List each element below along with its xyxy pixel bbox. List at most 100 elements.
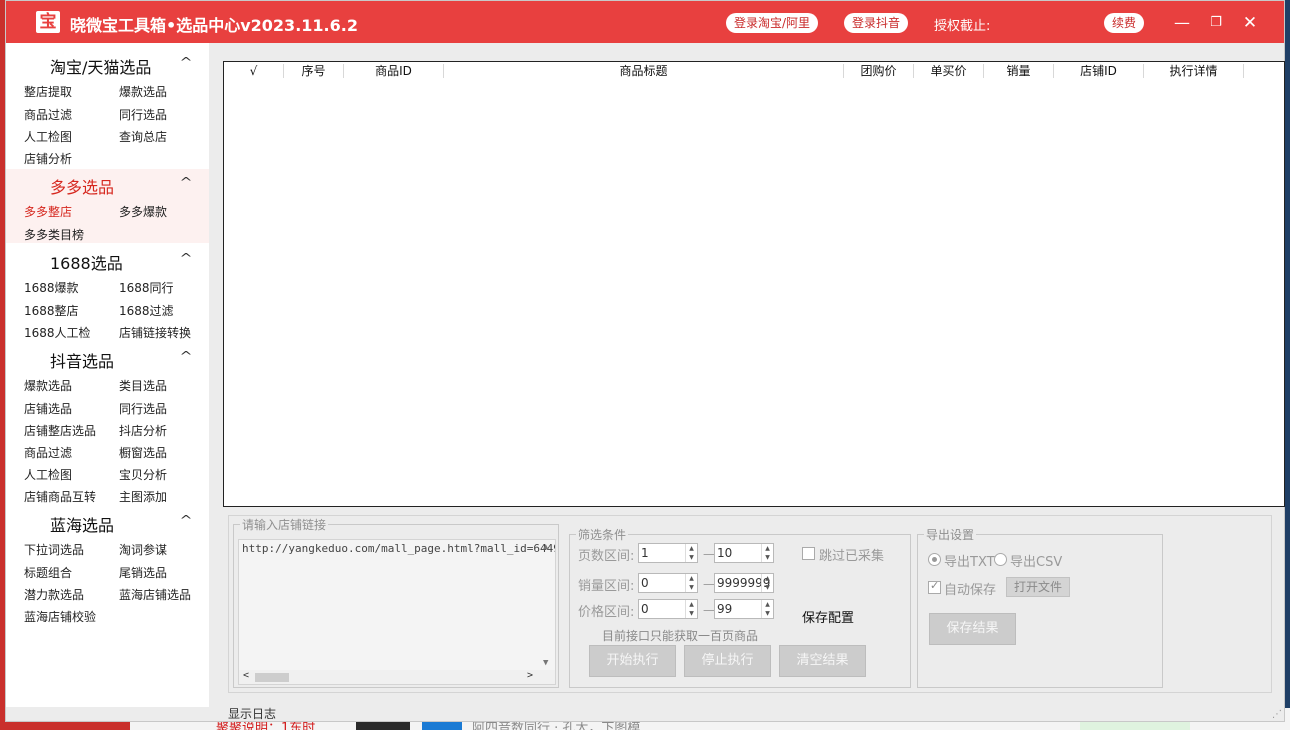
sidebar-item[interactable]: 店铺整店选品 (24, 422, 96, 439)
sales-from-stepper[interactable]: 0 ▲ ▼ (638, 573, 698, 593)
price-from-stepper[interactable]: 0 ▲ ▼ (638, 599, 698, 619)
sidebar-item[interactable]: 店铺分析 (24, 150, 72, 167)
window-title: 晓微宝工具箱•选品中心v2023.11.6.2 (70, 16, 358, 35)
column-header-check[interactable]: √ (224, 64, 284, 78)
minimize-icon[interactable]: — (1172, 13, 1192, 33)
sales-to-stepper[interactable]: 9999999 ▲ ▼ (714, 573, 774, 593)
sidebar-item[interactable]: 宝贝分析 (119, 466, 167, 483)
stepper-arrows-icon[interactable]: ▲ ▼ (761, 600, 773, 618)
sidebar-item[interactable]: 标题组合 (24, 564, 72, 581)
column-header-title[interactable]: 商品标题 (444, 64, 844, 78)
export-csv-radio[interactable] (994, 553, 1007, 566)
resize-grip-icon[interactable]: ⋰ (1272, 709, 1282, 720)
sidebar-item[interactable]: 店铺商品互转 (24, 488, 96, 505)
sidebar-section-1688[interactable]: 1688选品 ^ (6, 247, 209, 273)
sidebar-item[interactable]: 1688整店 (24, 302, 79, 319)
sidebar-item-active[interactable]: 多多整店 (24, 203, 72, 220)
sidebar-item[interactable]: 爆款选品 (119, 83, 167, 100)
sidebar-section-taobao[interactable]: 淘宝/天猫选品 ^ (6, 51, 209, 77)
chevron-up-icon[interactable]: ^ (179, 349, 192, 363)
sidebar-item[interactable]: 1688过滤 (119, 302, 174, 319)
app-window: 宝 晓微宝工具箱•选品中心v2023.11.6.2 登录淘宝/阿里 登录抖音 授… (5, 0, 1285, 722)
chevron-up-icon[interactable]: ^ (179, 513, 192, 527)
sidebar-item[interactable]: 商品过滤 (24, 444, 72, 461)
sidebar-item[interactable]: 淘词参谋 (119, 541, 167, 558)
sidebar-item[interactable]: 1688人工检 (24, 324, 91, 341)
login-douyin-button[interactable]: 登录抖音 (844, 13, 909, 33)
shop-link-label: 请输入店铺链接 (240, 516, 329, 533)
column-header-shop-id[interactable]: 店铺ID (1054, 64, 1144, 78)
sidebar-item[interactable]: 查询总店 (119, 128, 167, 145)
column-header-single-price[interactable]: 单买价 (914, 64, 984, 78)
sidebar-item[interactable]: 人工检图 (24, 128, 72, 145)
column-header-group-price[interactable]: 团购价 (844, 64, 914, 78)
sidebar-item[interactable]: 人工检图 (24, 466, 72, 483)
title-bar[interactable]: 宝 晓微宝工具箱•选品中心v2023.11.6.2 登录淘宝/阿里 登录抖音 授… (6, 1, 1284, 43)
page-to-stepper[interactable]: 10 ▲ ▼ (714, 543, 774, 563)
sidebar-item[interactable]: 类目选品 (119, 377, 167, 394)
scroll-left-icon[interactable]: < (243, 670, 249, 681)
sidebar-item[interactable]: 尾销选品 (119, 564, 167, 581)
chevron-up-icon[interactable]: ^ (179, 55, 192, 69)
stepper-arrows-icon[interactable]: ▲ ▼ (685, 600, 697, 618)
chevron-up-icon[interactable]: ^ (179, 251, 192, 265)
desktop-dark-block (356, 722, 410, 730)
shop-link-textarea[interactable]: http://yangkeduo.com/mall_page.html?mall… (238, 539, 556, 685)
sidebar-item[interactable]: 主图添加 (119, 488, 167, 505)
stepper-arrows-icon[interactable]: ▲ ▼ (685, 544, 697, 562)
sidebar-section-duoduo[interactable]: 多多选品 ^ (6, 171, 209, 197)
save-result-button[interactable]: 保存结果 (929, 613, 1016, 645)
sidebar-item[interactable]: 店铺选品 (24, 400, 72, 417)
sidebar-item[interactable]: 橱窗选品 (119, 444, 167, 461)
sidebar-item[interactable]: 同行选品 (119, 400, 167, 417)
maximize-icon[interactable]: ❐ (1206, 13, 1226, 33)
price-to-stepper[interactable]: 99 ▲ ▼ (714, 599, 774, 619)
stop-button[interactable]: 停止执行 (684, 645, 771, 677)
sidebar-item[interactable]: 抖店分析 (119, 422, 167, 439)
sidebar-item[interactable]: 同行选品 (119, 106, 167, 123)
chevron-up-icon[interactable]: ^ (179, 175, 192, 189)
sidebar-item[interactable]: 蓝海店铺校验 (24, 608, 96, 625)
scroll-up-icon[interactable]: ▲ (543, 542, 548, 552)
scroll-thumb[interactable] (255, 673, 289, 682)
autosave-checkbox[interactable] (928, 579, 941, 594)
login-taobao-button[interactable]: 登录淘宝/阿里 (726, 13, 819, 33)
column-header-details[interactable]: 执行详情 (1144, 64, 1244, 78)
sidebar-section-douyin[interactable]: 抖音选品 ^ (6, 345, 209, 371)
column-header-sales[interactable]: 销量 (984, 64, 1054, 78)
page-range-label: 页数区间: (578, 549, 635, 564)
scroll-down-icon[interactable]: ▼ (543, 658, 548, 668)
show-log-label[interactable]: 显示日志 (228, 705, 276, 722)
sidebar-item[interactable]: 下拉词选品 (24, 541, 84, 558)
sidebar-item[interactable]: 多多类目榜 (24, 226, 84, 243)
page-from-stepper[interactable]: 1 ▲ ▼ (638, 543, 698, 563)
column-header-index[interactable]: 序号 (284, 64, 344, 78)
desktop-blue-block (422, 722, 462, 730)
clear-results-button[interactable]: 清空结果 (779, 645, 866, 677)
start-button[interactable]: 开始执行 (589, 645, 676, 677)
scroll-right-icon[interactable]: > (527, 670, 533, 681)
stepper-arrows-icon[interactable]: ▲ ▼ (685, 574, 697, 592)
sidebar-item[interactable]: 多多爆款 (119, 203, 167, 220)
column-header-product-id[interactable]: 商品ID (344, 64, 444, 78)
sidebar-item[interactable]: 1688爆款 (24, 279, 79, 296)
open-file-button[interactable]: 打开文件 (1006, 577, 1070, 597)
results-table[interactable]: √ 序号 商品ID 商品标题 团购价 单买价 销量 店铺ID 执行详情 (223, 61, 1285, 507)
close-icon[interactable]: ✕ (1240, 13, 1260, 33)
stepper-arrows-icon[interactable]: ▲ ▼ (761, 544, 773, 562)
sidebar-item[interactable]: 1688同行 (119, 279, 174, 296)
export-txt-radio[interactable] (928, 553, 941, 566)
sidebar-section-lanhai[interactable]: 蓝海选品 ^ (6, 509, 209, 535)
save-config-button[interactable]: 保存配置 (802, 607, 854, 626)
sidebar-item[interactable]: 潜力款选品 (24, 586, 84, 603)
sidebar-item[interactable]: 整店提取 (24, 83, 72, 100)
sidebar-item[interactable]: 蓝海店铺选品 (119, 586, 191, 603)
skip-collected-checkbox[interactable] (802, 547, 815, 560)
stepper-arrows-icon[interactable]: ▲ ▼ (761, 574, 773, 592)
renew-button[interactable]: 续费 (1104, 13, 1145, 33)
horizontal-scrollbar[interactable]: < > (239, 670, 555, 684)
sidebar-item[interactable]: 商品过滤 (24, 106, 72, 123)
vertical-scrollbar[interactable]: ▲ ▼ (541, 540, 555, 670)
sidebar-item[interactable]: 店铺链接转换 (119, 324, 191, 341)
sidebar-item[interactable]: 爆款选品 (24, 377, 72, 394)
